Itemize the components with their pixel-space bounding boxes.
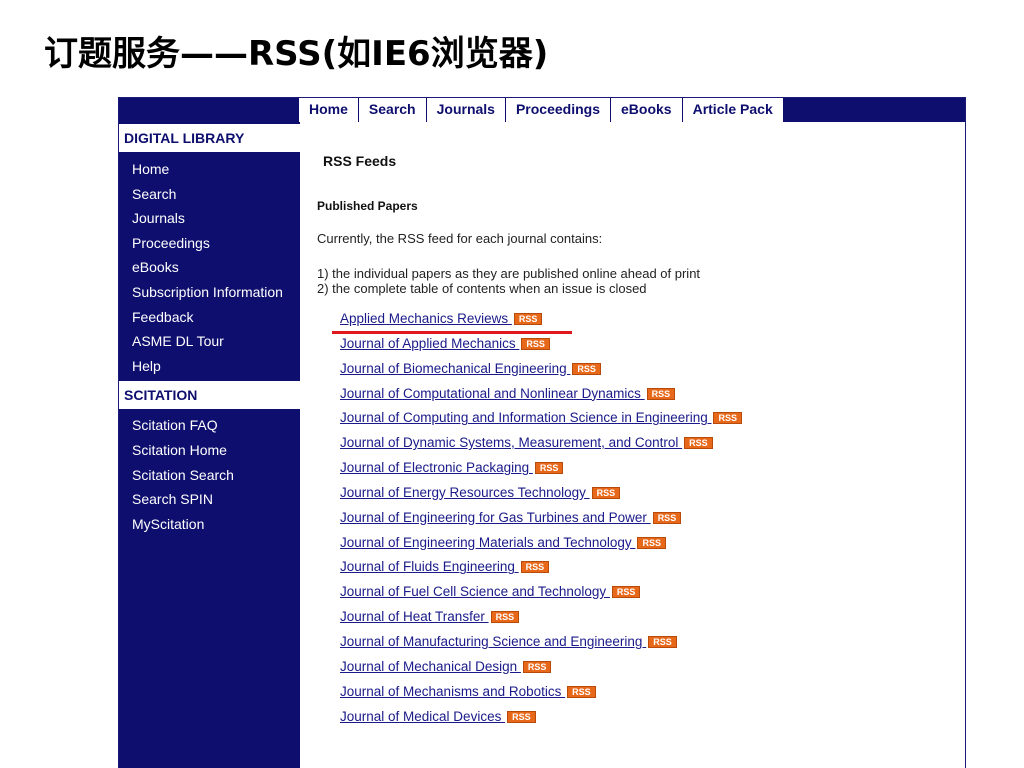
rss-feed-icon[interactable]: RSS: [534, 462, 564, 475]
rss-feeds-heading: RSS Feeds: [323, 153, 397, 169]
journal-link-journal-of-fuel-cell-science-and-technology[interactable]: Journal of Fuel Cell Science and Technol…: [340, 584, 610, 599]
journal-link-journal-of-applied-mechanics[interactable]: Journal of Applied Mechanics: [340, 336, 519, 351]
sidebar-item-scitation-home[interactable]: Scitation Home: [119, 438, 300, 463]
rss-feed-icon[interactable]: RSS: [646, 387, 676, 400]
sidebar-item-search[interactable]: Search: [119, 182, 300, 207]
rss-feed-icon[interactable]: RSS: [652, 511, 682, 524]
feed-contents-list: 1) the individual papers as they are pub…: [317, 266, 700, 296]
journal-list-item: Journal of Electronic Packaging RSS: [340, 459, 742, 484]
journal-list-item: Journal of Heat Transfer RSS: [340, 608, 742, 633]
top-nav-ebooks[interactable]: eBooks: [610, 98, 682, 122]
top-nav: Home Search Journals Proceedings eBooks Artic…: [299, 98, 784, 122]
journal-list-item: Journal of Computing and Information Sci…: [340, 409, 742, 434]
top-nav-journals[interactable]: Journals: [425, 98, 505, 122]
sidebar-item-help[interactable]: Help: [119, 354, 300, 379]
highlight-underline: [332, 331, 572, 334]
top-nav-article-pack[interactable]: Article Pack: [681, 98, 783, 122]
journal-link-journal-of-energy-resources-technology[interactable]: Journal of Energy Resources Technology: [340, 485, 590, 500]
intro-text: Currently, the RSS feed for each journal…: [317, 231, 603, 246]
rss-feed-icon[interactable]: RSS: [567, 685, 596, 698]
journal-list-item: Journal of Dynamic Systems, Measurement,…: [340, 434, 742, 459]
journal-list-item: Journal of Applied Mechanics RSS: [340, 335, 742, 360]
journal-list-item: Journal of Computational and Nonlinear D…: [340, 385, 742, 410]
journal-list-item: Journal of Medical Devices RSS: [340, 708, 742, 733]
rss-feed-icon[interactable]: RSS: [520, 561, 550, 574]
sidebar: DIGITAL LIBRARY Home Search Journals Procee…: [119, 122, 300, 768]
rss-feed-icon[interactable]: RSS: [713, 412, 742, 425]
top-nav-search[interactable]: Search: [357, 98, 426, 122]
sidebar-item-myscitation[interactable]: MyScitation: [119, 512, 300, 537]
sidebar-digital-library-list: Home Search Journals Proceedings eBooks Subsc…: [119, 152, 300, 381]
sidebar-item-asme-dl-tour[interactable]: ASME DL Tour: [119, 329, 300, 354]
journal-list-item: Journal of Biomechanical Engineering RSS: [340, 360, 742, 385]
sidebar-item-scitation-faq[interactable]: Scitation FAQ: [119, 413, 300, 438]
rss-feed-icon[interactable]: RSS: [513, 313, 543, 325]
slide-title: 订题服务——RSS(如IE6浏览器): [44, 34, 549, 74]
journal-link-journal-of-engineering-materials-and-technology[interactable]: Journal of Engineering Materials and Tec…: [340, 535, 635, 550]
sidebar-item-journals[interactable]: Journals: [119, 206, 300, 231]
sidebar-item-feedback[interactable]: Feedback: [119, 305, 300, 330]
sidebar-item-search-spin[interactable]: Search SPIN: [119, 487, 300, 512]
rss-feed-icon[interactable]: RSS: [507, 710, 536, 723]
sidebar-item-scitation-search[interactable]: Scitation Search: [119, 463, 300, 488]
browser-window: Home Search Journals Proceedings eBooks Artic…: [118, 97, 966, 768]
journal-link-journal-of-fluids-engineering[interactable]: Journal of Fluids Engineering: [340, 559, 519, 574]
sidebar-scitation-list: Scitation FAQ Scitation Home Scitation Sea…: [119, 409, 300, 536]
published-papers-heading: Published Papers: [317, 199, 418, 213]
main-content: RSS Feeds Published Papers Currently, th…: [300, 122, 965, 768]
journal-list-item: Journal of Mechanical Design RSS: [340, 658, 742, 683]
journal-link-journal-of-heat-transfer[interactable]: Journal of Heat Transfer: [340, 609, 489, 624]
sidebar-item-home[interactable]: Home: [119, 157, 300, 182]
journal-link-journal-of-computational-and-nonlinear-dynamics[interactable]: Journal of Computational and Nonlinear D…: [340, 386, 645, 401]
rss-feed-icon[interactable]: RSS: [684, 437, 713, 450]
feed-contents-item: 2) the complete table of contents when a…: [317, 281, 647, 296]
journal-link-journal-of-manufacturing-science-and-engineering[interactable]: Journal of Manufacturing Science and Eng…: [340, 634, 646, 649]
journal-list-item: Journal of Engineering for Gas Turbines …: [340, 509, 742, 534]
journal-list-item: Journal of Fluids Engineering RSS: [340, 558, 742, 583]
journal-link-journal-of-engineering-for-gas-turbines-and-power[interactable]: Journal of Engineering for Gas Turbines …: [340, 510, 651, 525]
rss-feed-icon[interactable]: RSS: [637, 536, 666, 549]
journal-link-journal-of-dynamic-systems-measurement-and-control[interactable]: Journal of Dynamic Systems, Measurement,…: [340, 435, 682, 450]
rss-feed-icon[interactable]: RSS: [648, 635, 677, 648]
journal-link-journal-of-mechanisms-and-robotics[interactable]: Journal of Mechanisms and Robotics: [340, 684, 565, 699]
journal-link-journal-of-computing-and-information-science-in-engineering[interactable]: Journal of Computing and Information Sci…: [340, 410, 711, 425]
journal-list-item: Journal of Fuel Cell Science and Technol…: [340, 583, 742, 608]
sidebar-header-digital-library: DIGITAL LIBRARY: [119, 124, 300, 152]
rss-feed-icon[interactable]: RSS: [521, 337, 550, 350]
rss-feed-icon[interactable]: RSS: [490, 611, 520, 624]
sidebar-item-ebooks[interactable]: eBooks: [119, 255, 300, 280]
top-nav-proceedings[interactable]: Proceedings: [504, 98, 610, 122]
rss-feed-icon[interactable]: RSS: [522, 660, 552, 673]
sidebar-item-subscription-information[interactable]: Subscription Information: [119, 280, 300, 305]
sidebar-item-proceedings[interactable]: Proceedings: [119, 231, 300, 256]
journal-list: Applied Mechanics Reviews RSS Journal of …: [340, 310, 742, 732]
journal-link-journal-of-biomechanical-engineering[interactable]: Journal of Biomechanical Engineering: [340, 361, 570, 376]
journal-link-journal-of-electronic-packaging[interactable]: Journal of Electronic Packaging: [340, 460, 533, 475]
top-nav-home[interactable]: Home: [299, 98, 358, 122]
rss-feed-icon[interactable]: RSS: [611, 586, 641, 599]
journal-list-item: Journal of Energy Resources Technology R…: [340, 484, 742, 509]
sidebar-header-scitation: SCITATION: [119, 381, 300, 410]
rss-feed-icon[interactable]: RSS: [591, 486, 621, 499]
journal-list-item: Journal of Manufacturing Science and Eng…: [340, 633, 742, 658]
journal-link-journal-of-mechanical-design[interactable]: Journal of Mechanical Design: [340, 659, 521, 674]
journal-list-item: Journal of Engineering Materials and Tec…: [340, 534, 742, 559]
journal-link-applied-mechanics-reviews[interactable]: Applied Mechanics Reviews: [340, 311, 512, 326]
feed-contents-item: 1) the individual papers as they are pub…: [317, 266, 701, 281]
journal-link-journal-of-medical-devices[interactable]: Journal of Medical Devices: [340, 709, 505, 724]
top-nav-bar: Home Search Journals Proceedings eBooks Artic…: [119, 98, 965, 122]
rss-feed-icon[interactable]: RSS: [572, 362, 601, 375]
journal-list-item: Journal of Mechanisms and Robotics RSS: [340, 683, 742, 708]
